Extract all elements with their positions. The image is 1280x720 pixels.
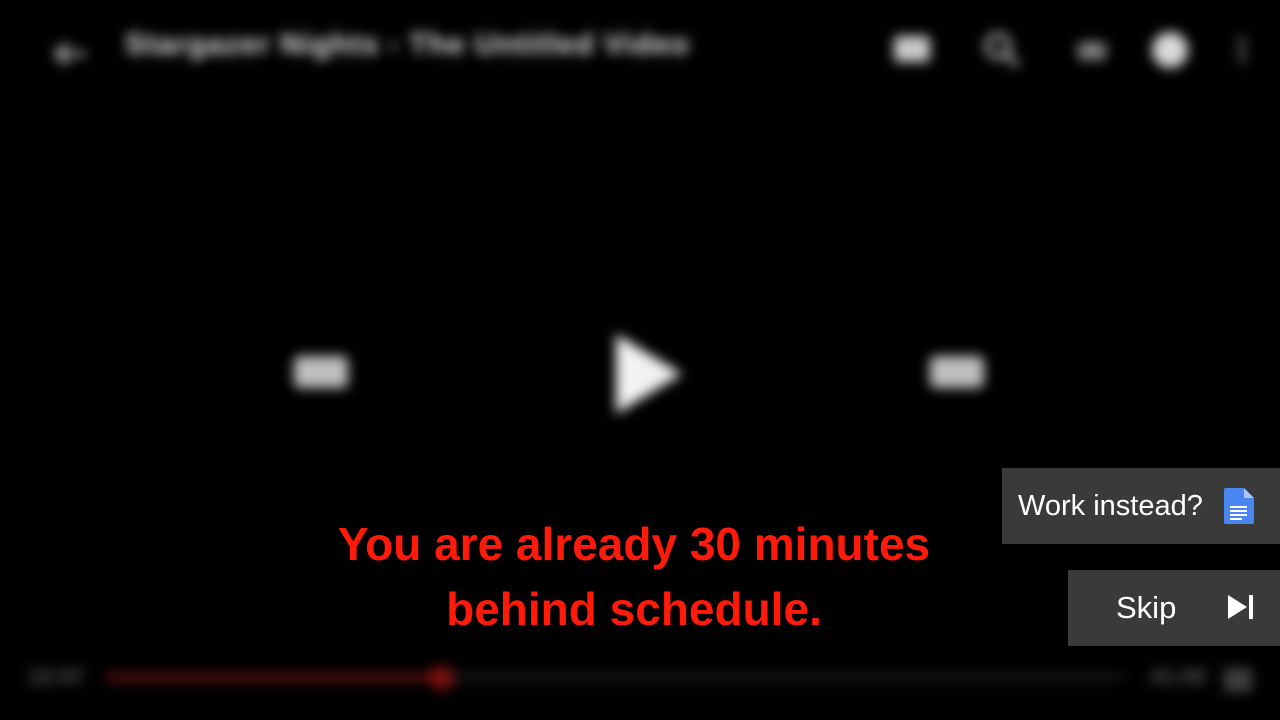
duration-time: 41:00 <box>1150 664 1207 689</box>
video-title: Stargazer Nights - The Untitled Video <box>125 28 690 61</box>
fullscreen-icon[interactable] <box>1218 662 1258 698</box>
skip-next-icon <box>1228 595 1253 619</box>
captions-icon[interactable] <box>1068 26 1116 74</box>
rewind-10-icon[interactable] <box>290 350 352 394</box>
progress-fill <box>105 674 442 680</box>
more-vert-icon[interactable] <box>1218 26 1266 74</box>
google-docs-icon <box>1224 488 1254 524</box>
player-top-bar: Stargazer Nights - The Untitled Video <box>0 0 1280 100</box>
screen: Stargazer Nights - The Untitled Video 12… <box>0 0 1280 720</box>
work-instead-label: Work instead? <box>1018 489 1203 522</box>
search-icon[interactable] <box>978 26 1026 74</box>
account-icon[interactable] <box>1146 26 1194 74</box>
work-instead-button[interactable]: Work instead? <box>1002 468 1280 544</box>
play-icon[interactable] <box>606 328 688 420</box>
schedule-warning-message: You are already 30 minutes behind schedu… <box>240 512 1028 642</box>
cast-icon[interactable] <box>888 26 936 74</box>
skip-button[interactable]: Skip <box>1068 570 1280 646</box>
center-controls <box>0 300 1280 440</box>
warning-line-2: behind schedule. <box>446 583 822 635</box>
warning-line-1: You are already 30 minutes <box>337 518 931 570</box>
player-bottom-bar: 12:07 41:00 <box>0 650 1280 710</box>
back-arrow-icon[interactable] <box>52 40 88 68</box>
elapsed-time: 12:07 <box>28 664 85 689</box>
forward-10-icon[interactable] <box>926 350 988 394</box>
skip-label: Skip <box>1116 590 1177 625</box>
progress-thumb[interactable] <box>428 665 455 691</box>
